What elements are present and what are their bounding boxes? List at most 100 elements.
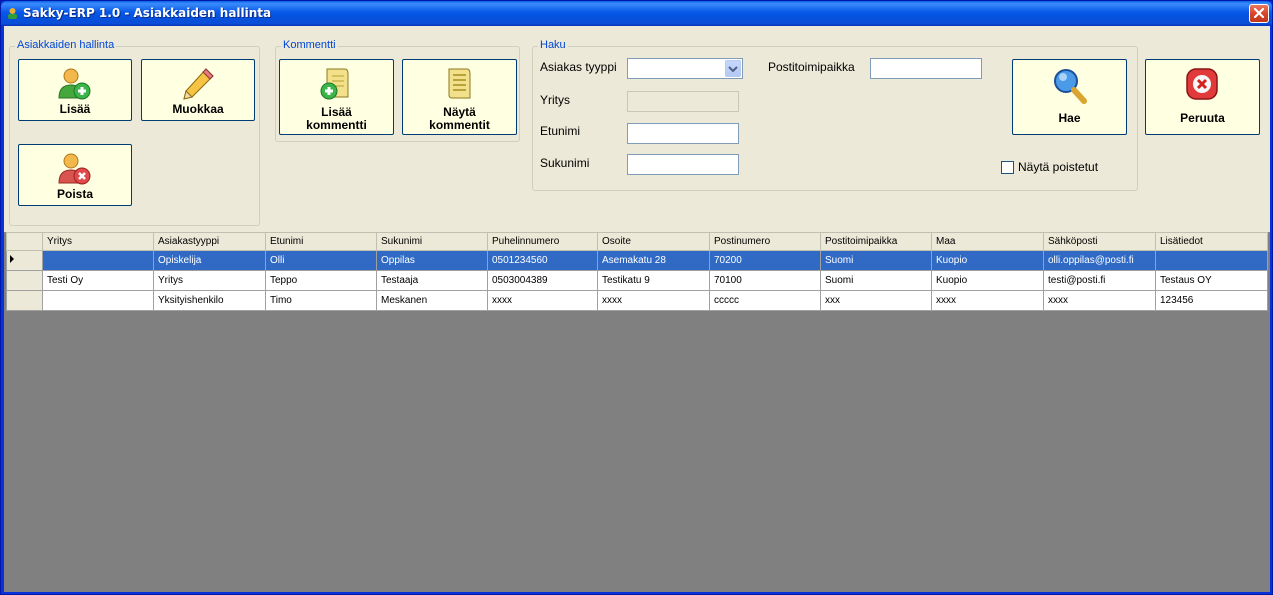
table-cell[interactable]: Suomi xyxy=(820,250,932,271)
column-header-osoite[interactable]: Osoite xyxy=(597,232,710,251)
cancel-button[interactable]: Peruuta xyxy=(1145,59,1260,135)
cancel-icon xyxy=(1186,68,1218,100)
lastname-label: Sukunimi xyxy=(540,156,590,170)
customer-management-group-title: Asiakkaiden hallinta xyxy=(15,39,117,51)
window-title: Sakky-ERP 1.0 - Asiakkaiden hallinta xyxy=(23,6,272,20)
column-header-lisatiedot[interactable]: Lisätiedot xyxy=(1155,232,1268,251)
edit-customer-label: Muokkaa xyxy=(172,102,224,116)
column-header-postinumero[interactable]: Postinumero xyxy=(709,232,821,251)
column-header-yritys[interactable]: Yritys xyxy=(42,232,154,251)
app-window: Sakky-ERP 1.0 - Asiakkaiden hallinta Asi… xyxy=(0,0,1273,595)
customer-type-label: Asiakas tyyppi xyxy=(540,60,617,74)
table-cell[interactable]: Timo xyxy=(265,290,377,311)
row-header[interactable] xyxy=(6,250,43,271)
customer-type-select[interactable] xyxy=(627,58,743,79)
customer-table: Yritys Asiakastyyppi Etunimi Sukunimi Pu… xyxy=(6,232,1268,311)
firstname-label: Etunimi xyxy=(540,124,581,138)
add-comment-label-2: kommentti xyxy=(306,118,367,132)
pencil-icon xyxy=(183,68,214,100)
title-bar[interactable]: Sakky-ERP 1.0 - Asiakkaiden hallinta xyxy=(1,1,1272,26)
row-pointer-icon xyxy=(10,255,14,263)
table-header-row: Yritys Asiakastyyppi Etunimi Sukunimi Pu… xyxy=(6,232,1268,251)
firstname-field[interactable] xyxy=(627,123,739,144)
table-cell[interactable]: xxxx xyxy=(1043,290,1156,311)
magnifier-icon xyxy=(1054,69,1087,104)
table-cell[interactable]: olli.oppilas@posti.fi xyxy=(1043,250,1156,271)
search-group-title: Haku xyxy=(538,39,568,51)
customer-type-dropdown-button[interactable] xyxy=(725,60,741,77)
search-button-label: Hae xyxy=(1058,111,1081,125)
note-add-icon xyxy=(320,68,349,100)
table-cell[interactable]: Kuopio xyxy=(931,250,1044,271)
lastname-field[interactable] xyxy=(627,154,739,175)
column-header-puhelinnumero[interactable]: Puhelinnumero xyxy=(487,232,598,251)
table-cell[interactable]: testi@posti.fi xyxy=(1043,270,1156,291)
table-cell[interactable] xyxy=(1155,250,1268,271)
show-comments-button[interactable]: Näytä kommentit xyxy=(402,59,517,135)
column-header-asiakastyyppi[interactable]: Asiakastyyppi xyxy=(153,232,266,251)
table-cell[interactable]: 70100 xyxy=(709,270,821,291)
table-cell[interactable]: 70200 xyxy=(709,250,821,271)
table-cell[interactable]: Testikatu 9 xyxy=(597,270,710,291)
add-customer-button[interactable]: Lisää xyxy=(18,59,132,121)
company-field xyxy=(627,91,739,112)
client-area: Asiakkaiden hallinta Lisää Muokkaa Poist… xyxy=(4,26,1270,592)
close-icon xyxy=(1253,7,1265,19)
show-comments-label-2: kommentit xyxy=(429,118,490,132)
app-icon xyxy=(8,8,17,19)
table-cell[interactable]: Testaaja xyxy=(376,270,488,291)
delete-customer-label: Poista xyxy=(56,187,93,201)
city-field[interactable] xyxy=(870,58,982,79)
note-icon xyxy=(448,68,471,99)
table-cell[interactable]: Yritys xyxy=(153,270,266,291)
table-cell[interactable] xyxy=(42,250,154,271)
column-header-sukunimi[interactable]: Sukunimi xyxy=(376,232,488,251)
table-cell[interactable]: 0501234560 xyxy=(487,250,598,271)
table-cell[interactable]: Testaus OY xyxy=(1155,270,1268,291)
table-cell[interactable]: 123456 xyxy=(1155,290,1268,311)
close-button[interactable] xyxy=(1249,4,1269,23)
table-cell[interactable]: Oppilas xyxy=(376,250,488,271)
column-header-sahkoposti[interactable]: Sähköposti xyxy=(1043,232,1156,251)
show-deleted-label: Näytä poistetut xyxy=(1018,160,1099,174)
table-cell[interactable]: Testi Oy xyxy=(42,270,154,291)
table-cell[interactable]: Asemakatu 28 xyxy=(597,250,710,271)
table-cell[interactable]: Kuopio xyxy=(931,270,1044,291)
show-deleted-checkbox[interactable] xyxy=(1001,161,1014,174)
table-cell[interactable]: Olli xyxy=(265,250,377,271)
column-header-postitoimipaikka[interactable]: Postitoimipaikka xyxy=(820,232,932,251)
table-row[interactable]: Opiskelija Olli Oppilas 0501234560 Asema… xyxy=(6,250,1268,271)
table-cell[interactable]: xxx xyxy=(820,290,932,311)
add-comment-button[interactable]: Lisää kommentti xyxy=(279,59,394,135)
customer-grid: Yritys Asiakastyyppi Etunimi Sukunimi Pu… xyxy=(4,232,1270,592)
user-delete-icon xyxy=(58,153,91,185)
table-cell[interactable]: Opiskelija xyxy=(153,250,266,271)
company-label: Yritys xyxy=(540,93,570,107)
table-row[interactable]: Yksityishenkilo Timo Meskanen xxxx xxxx … xyxy=(6,290,1268,311)
table-cell[interactable]: ccccc xyxy=(709,290,821,311)
table-cell[interactable]: xxxx xyxy=(487,290,598,311)
search-button[interactable]: Hae xyxy=(1012,59,1127,135)
add-customer-label: Lisää xyxy=(59,102,91,116)
row-header[interactable] xyxy=(6,270,43,291)
user-add-icon xyxy=(58,68,91,100)
table-row[interactable]: Testi Oy Yritys Teppo Testaaja 050300438… xyxy=(6,270,1268,291)
table-cell[interactable] xyxy=(42,290,154,311)
table-cell[interactable]: Meskanen xyxy=(376,290,488,311)
table-cell[interactable]: xxxx xyxy=(931,290,1044,311)
cancel-button-label: Peruuta xyxy=(1180,111,1225,125)
table-cell[interactable]: Suomi xyxy=(820,270,932,291)
edit-customer-button[interactable]: Muokkaa xyxy=(141,59,255,121)
chevron-down-icon xyxy=(728,66,738,73)
column-header-etunimi[interactable]: Etunimi xyxy=(265,232,377,251)
city-label: Postitoimipaikka xyxy=(768,60,855,74)
table-cell[interactable]: Teppo xyxy=(265,270,377,291)
table-cell[interactable]: 0503004389 xyxy=(487,270,598,291)
column-header-maa[interactable]: Maa xyxy=(931,232,1044,251)
row-header[interactable] xyxy=(6,290,43,311)
table-cell[interactable]: Yksityishenkilo xyxy=(153,290,266,311)
delete-customer-button[interactable]: Poista xyxy=(18,144,132,206)
comment-group-title: Kommentti xyxy=(281,39,338,51)
table-cell[interactable]: xxxx xyxy=(597,290,710,311)
row-header-corner xyxy=(6,232,43,251)
